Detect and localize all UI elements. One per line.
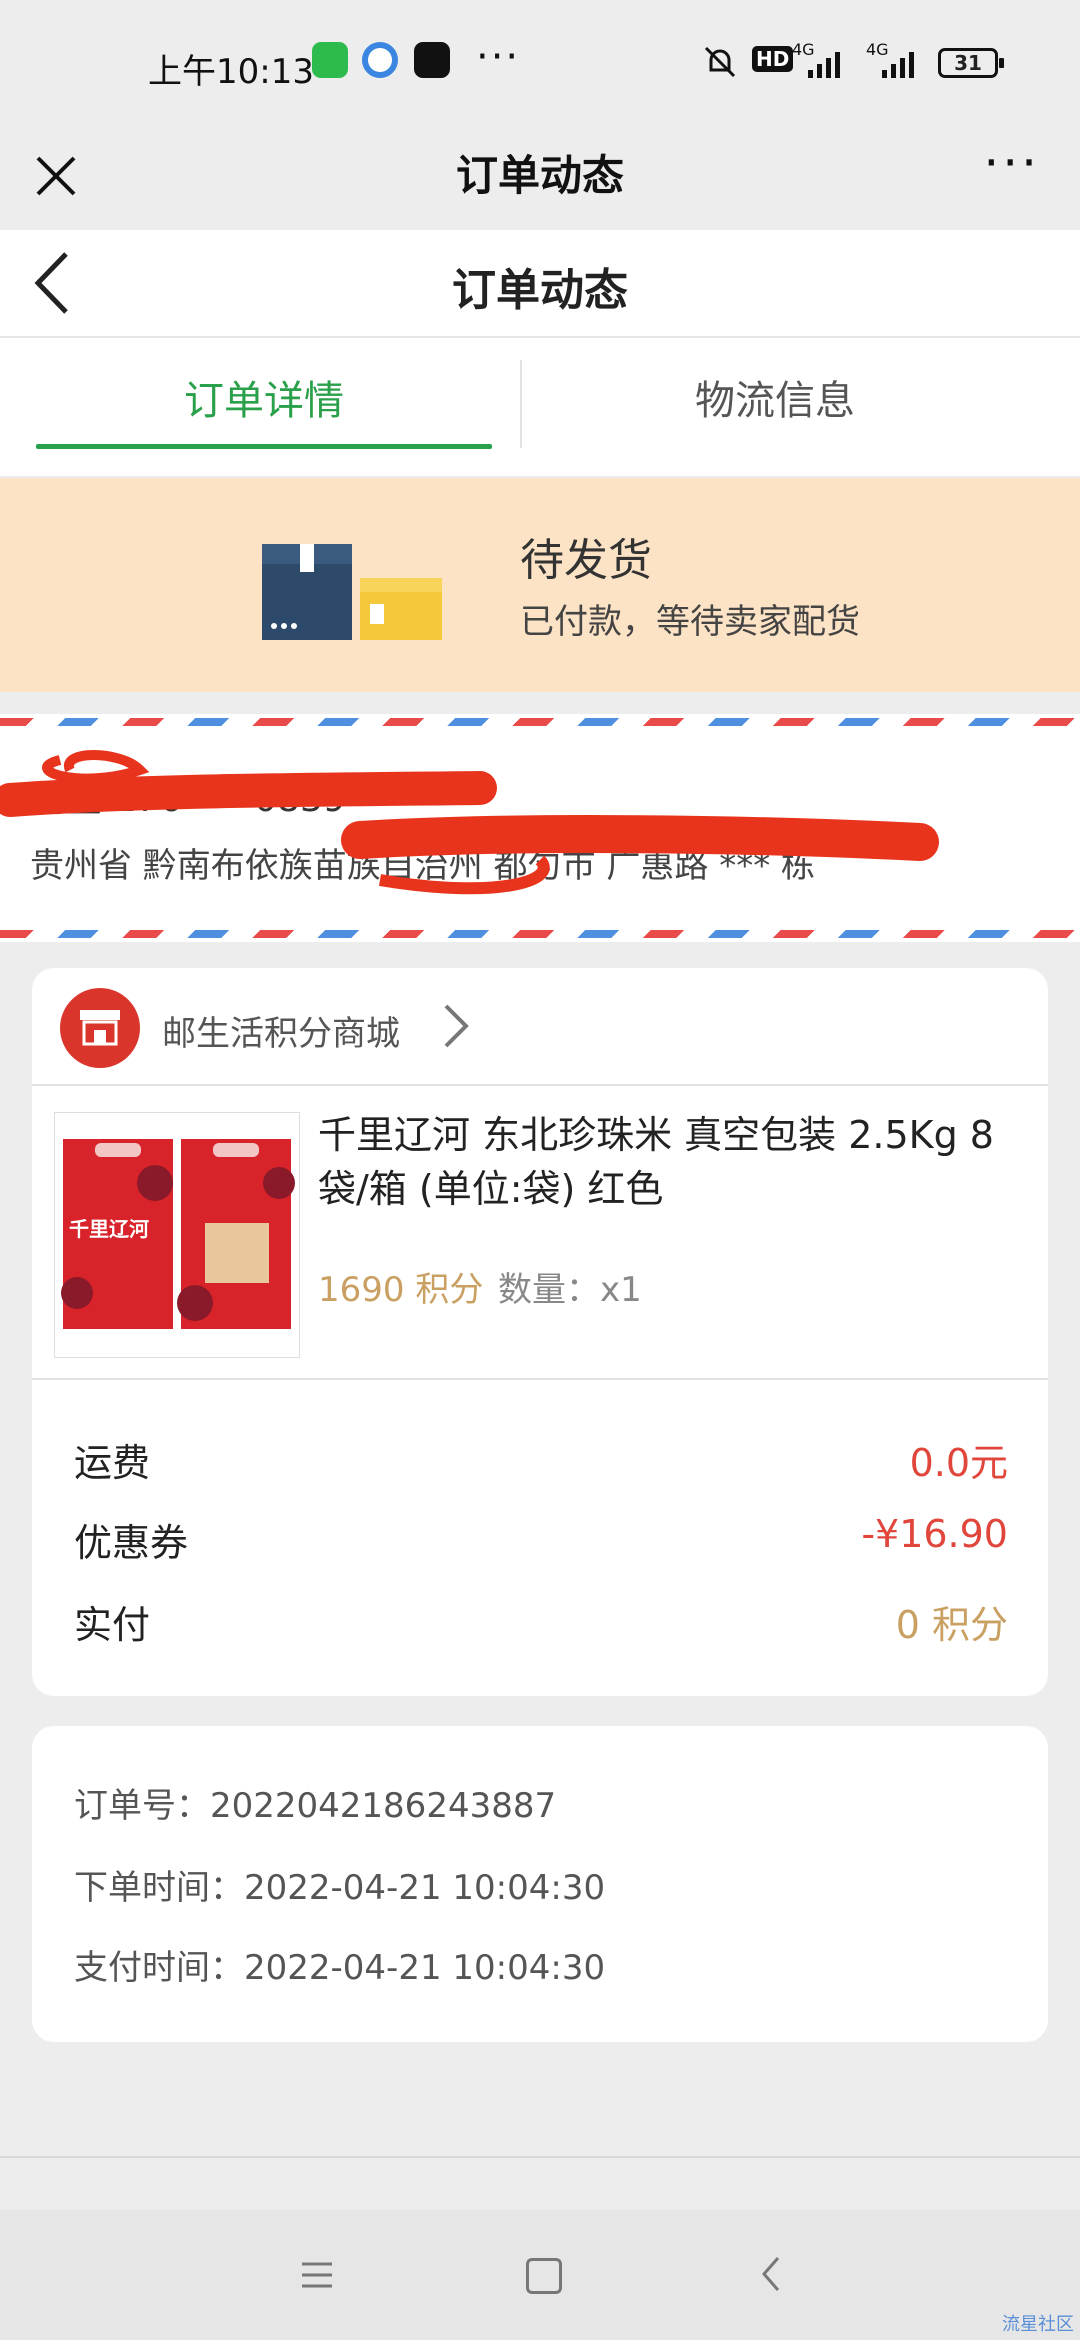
- order-status-subtitle: 已付款，等待卖家配货: [520, 602, 860, 642]
- wechat-title-bar: 订单动态 ···: [0, 128, 1080, 228]
- wechat-icon: [312, 42, 348, 78]
- page-title: 订单动态: [452, 265, 628, 316]
- signal-icon-2: [882, 52, 914, 78]
- browser-icon: [362, 42, 398, 78]
- order-item-card: 邮生活积分商城 千里辽河 千里辽河 东北珍珠米 真空包装 2.5Kg 8袋/箱 …: [32, 968, 1048, 1696]
- bottom-divider: [0, 2156, 1080, 2158]
- paid-value: 0 积分: [895, 1603, 1008, 1647]
- order-status-banner: 待发货 已付款，等待卖家配货: [0, 478, 1080, 692]
- active-tab-indicator: [36, 444, 492, 449]
- tab-order-detail[interactable]: 订单详情: [36, 368, 492, 426]
- shipping-label: 运费: [74, 1441, 151, 1485]
- order-paid-time: 支付时间：2022-04-21 10:04:30: [74, 1948, 606, 1988]
- hd-badge: HD: [752, 46, 794, 72]
- coupon-label: 优惠券: [74, 1521, 189, 1565]
- paid-label: 实付: [74, 1603, 151, 1647]
- wechat-title: 订单动态: [455, 151, 624, 200]
- product-quantity: 数量：x1: [498, 1270, 642, 1310]
- package-icon: [262, 544, 442, 640]
- watermark: 流星社区: [1002, 2314, 1074, 2335]
- shop-header[interactable]: 邮生活积分商城: [32, 968, 1048, 1086]
- system-navigation-bar: 流星社区: [0, 2210, 1080, 2340]
- nav-back-icon[interactable]: [756, 2254, 786, 2294]
- tab-divider: [520, 360, 522, 448]
- divider: [32, 1378, 1048, 1380]
- home-button[interactable]: [526, 2258, 562, 2294]
- chevron-right-icon: [444, 1004, 469, 1048]
- address-card[interactable]: 刘星 176****0839 贵州省 黔南布依族苗族自治州 都匀市 广惠路 **…: [0, 714, 1080, 942]
- page-header: 订单动态: [0, 230, 1080, 338]
- tiktok-icon: [414, 42, 450, 78]
- mute-icon: [704, 46, 736, 78]
- product-name[interactable]: 千里辽河 东北珍珠米 真空包装 2.5Kg 8袋/箱 (单位:袋) 红色: [318, 1108, 1038, 1216]
- status-time: 上午10:13: [148, 52, 314, 92]
- status-bar: 上午10:13 ··· HD 4G 4G 31: [0, 0, 1080, 128]
- order-created-time: 下单时间：2022-04-21 10:04:30: [74, 1868, 606, 1908]
- tab-bar: 订单详情 物流信息: [0, 338, 1080, 476]
- battery-icon: 31: [938, 48, 1004, 78]
- more-menu-button[interactable]: ···: [983, 134, 1040, 192]
- tab-logistics[interactable]: 物流信息: [560, 368, 990, 426]
- shop-name: 邮生活积分商城: [162, 1014, 400, 1054]
- envelope-stripe-bottom: [0, 930, 1080, 938]
- order-number[interactable]: 订单号：2022042186243887: [74, 1778, 556, 1827]
- envelope-stripe-top: [0, 718, 1080, 726]
- status-more: ···: [476, 34, 521, 80]
- order-status-title: 待发货: [520, 535, 652, 586]
- product-image-brand: 千里辽河: [69, 1217, 149, 1241]
- redaction-scribble: [0, 750, 939, 895]
- product-price: 1690 积分: [318, 1270, 484, 1310]
- store-icon: [60, 988, 140, 1068]
- coupon-value: -¥16.90: [861, 1512, 1008, 1556]
- shipping-value: 0.0元: [909, 1441, 1008, 1485]
- order-info-card: 订单号：2022042186243887 下单时间：2022-04-21 10:…: [32, 1726, 1048, 2042]
- signal-icon-1: [808, 52, 840, 78]
- product-image[interactable]: 千里辽河: [54, 1112, 300, 1358]
- menu-icon[interactable]: [300, 2260, 334, 2290]
